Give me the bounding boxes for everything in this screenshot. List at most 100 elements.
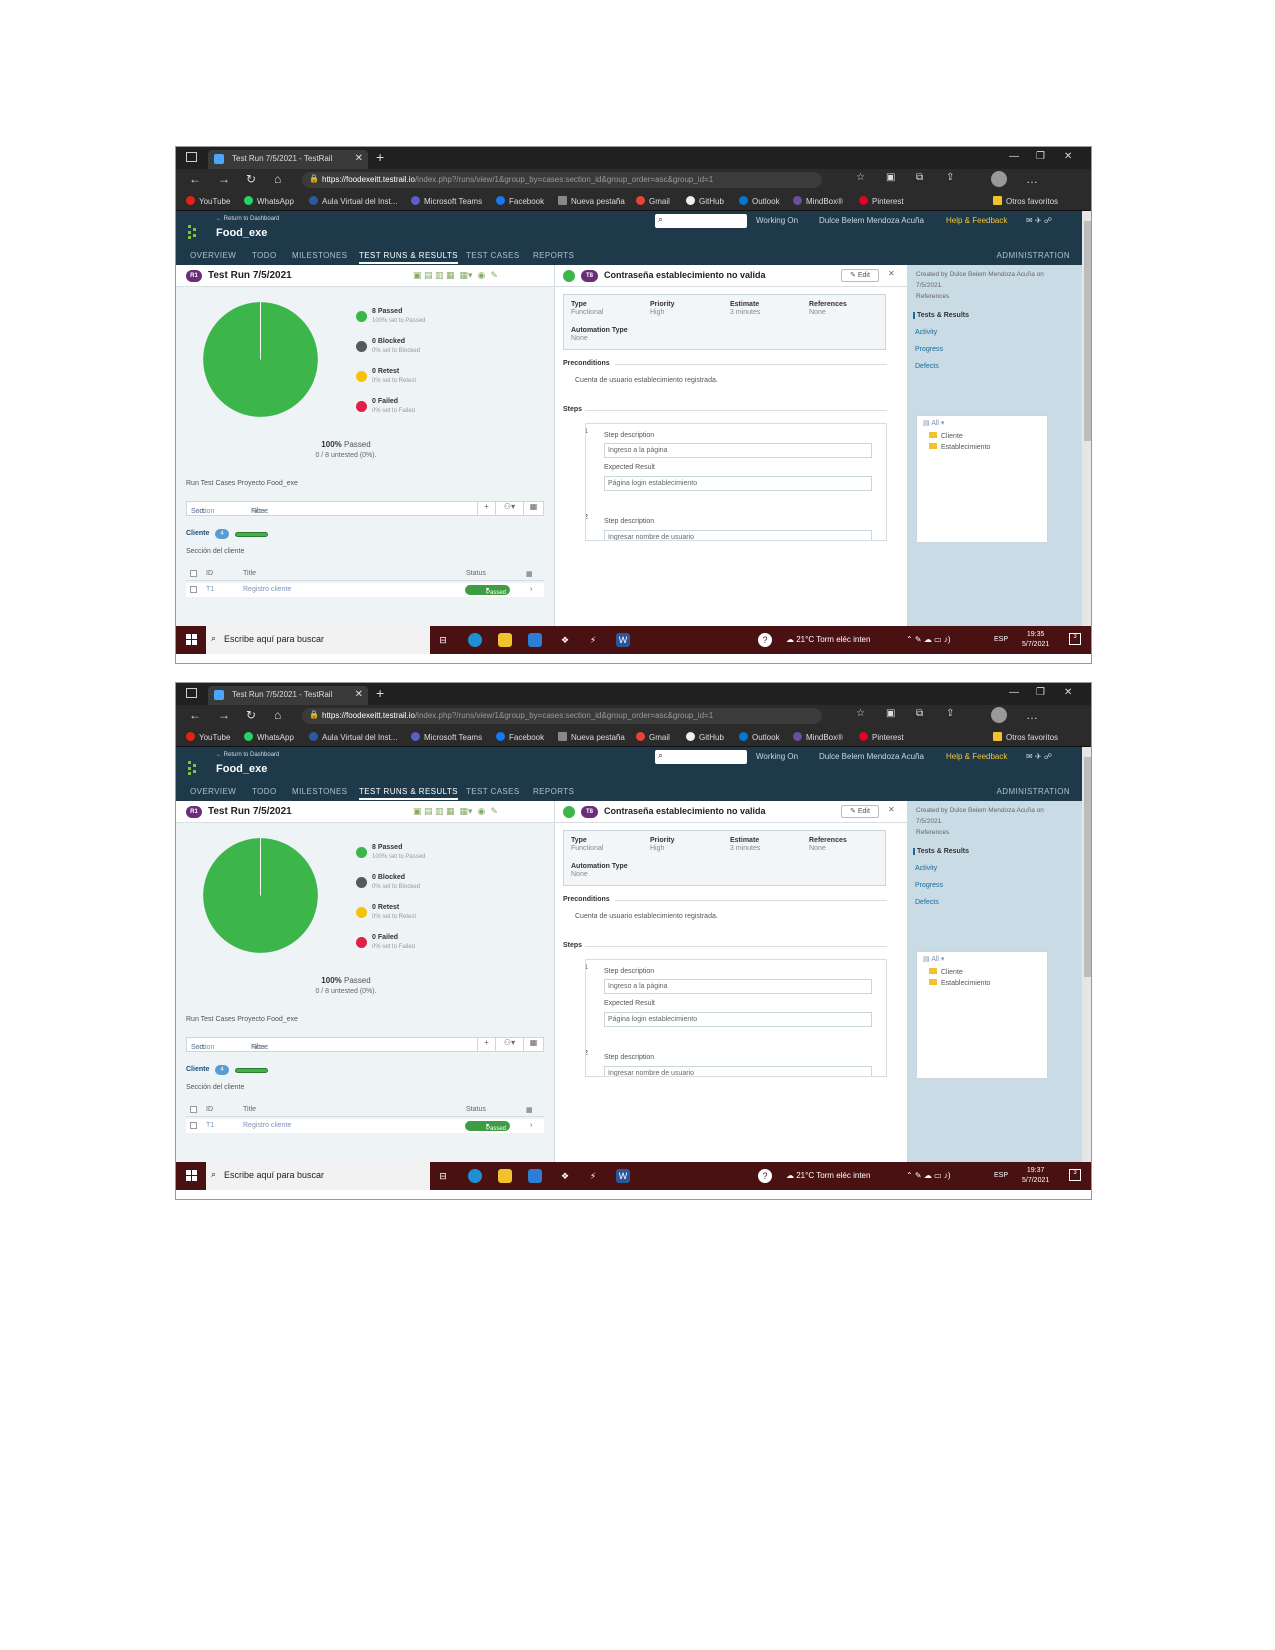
sidebar-progress[interactable]: Progress [913, 346, 943, 353]
more-menu-icon[interactable]: … [1026, 708, 1038, 722]
search-input[interactable]: ⌕ [655, 214, 747, 228]
bookmark-outlook[interactable]: Outlook [739, 732, 780, 742]
tree-all-dropdown[interactable]: ▤ All ▾ [923, 419, 944, 427]
app-lightning-icon[interactable]: ⚡ [586, 633, 600, 647]
row-id[interactable]: T1 [206, 586, 214, 593]
restore-icon[interactable]: ❐ [1036, 687, 1045, 698]
lock-icon[interactable]: 🔒 [309, 174, 319, 183]
return-dashboard-link[interactable]: ← Return to Dashboard [216, 752, 279, 758]
nav-test-cases[interactable]: TEST CASES [466, 251, 520, 260]
nav-administration[interactable]: ADMINISTRATION [997, 251, 1070, 260]
windows-start-icon[interactable] [186, 1170, 198, 1182]
notification-icons[interactable]: ✉ ✈ ☍ [1026, 752, 1052, 761]
tab-actions-icon[interactable] [186, 688, 197, 698]
add-icon[interactable]: + [477, 502, 495, 515]
testrail-logo-icon[interactable] [188, 761, 198, 775]
chevron-right-icon[interactable]: › [530, 1122, 532, 1129]
bookmark-aula[interactable]: Aula Virtual del Inst... [309, 732, 397, 742]
tab-actions-icon[interactable] [186, 152, 197, 162]
column-title[interactable]: Title [243, 1106, 256, 1113]
bookmark-whatsapp[interactable]: WhatsApp [244, 196, 294, 206]
row-title[interactable]: Registro cliente [243, 586, 291, 593]
working-on-menu[interactable]: Working On [756, 216, 798, 225]
reload-icon[interactable]: ↻ [246, 172, 256, 186]
language-indicator[interactable]: ESP [994, 636, 1008, 643]
sidebar-defects[interactable]: Defects [913, 899, 939, 906]
table-row[interactable]: T1 Registro cliente Passed ▾ › [186, 583, 544, 597]
help-menu[interactable]: Help & Feedback [946, 752, 1007, 761]
step-description-field[interactable]: Ingreso a la página [604, 979, 872, 994]
columns-icon[interactable]: ▦ [523, 1038, 543, 1051]
columns-icon[interactable]: ▦ [523, 502, 543, 515]
url-field[interactable]: 🔒 https://foodexeitt.testrail.io/index.p… [302, 708, 822, 724]
nav-reports[interactable]: REPORTS [533, 787, 574, 796]
url-field[interactable]: 🔒 https://foodexeitt.testrail.io/index.p… [302, 172, 822, 188]
back-icon[interactable]: ← [189, 708, 201, 722]
edge-icon[interactable] [468, 633, 482, 647]
close-window-icon[interactable]: ✕ [1064, 151, 1072, 162]
browser-tab[interactable]: Test Run 7/5/2021 - TestRail ✕ [208, 686, 368, 705]
row-id[interactable]: T1 [206, 1122, 214, 1129]
help-icon[interactable]: ? [758, 1169, 772, 1183]
bookmark-gmail[interactable]: Gmail [636, 196, 670, 206]
status-dropdown[interactable]: Passed ▾ [465, 1121, 510, 1132]
clock[interactable]: 19:37 5/7/2021 [1022, 1166, 1049, 1186]
column-status[interactable]: Status [466, 570, 486, 577]
add-icon[interactable]: + [477, 1038, 495, 1051]
bookmark-pinterest[interactable]: Pinterest [859, 732, 904, 742]
nav-milestones[interactable]: MILESTONES [292, 787, 347, 796]
taskbar-search[interactable]: ⌕ Escribe aquí para buscar [206, 1162, 430, 1190]
help-menu[interactable]: Help & Feedback [946, 216, 1007, 225]
system-tray-icons[interactable]: ⌃ ✎ ☁ ▭ ♪) [906, 1171, 951, 1180]
edge-icon[interactable] [468, 1169, 482, 1183]
nav-todo[interactable]: TODO [252, 787, 277, 796]
bookmark-facebook[interactable]: Facebook [496, 732, 544, 742]
nav-overview[interactable]: OVERVIEW [190, 787, 236, 796]
bookmark-youtube[interactable]: YouTube [186, 196, 230, 206]
task-view-icon[interactable]: ⊟ [436, 1169, 450, 1183]
windows-start-icon[interactable] [186, 634, 198, 646]
bookmark-facebook[interactable]: Facebook [496, 196, 544, 206]
sidebar-progress[interactable]: Progress [913, 882, 943, 889]
clock[interactable]: 19:35 5/7/2021 [1022, 630, 1049, 650]
profile-avatar[interactable] [991, 171, 1007, 187]
close-icon[interactable]: ✕ [888, 805, 895, 814]
close-icon[interactable]: ✕ [888, 269, 895, 278]
sidebar-activity[interactable]: Activity [913, 329, 937, 336]
bookmark-outlook[interactable]: Outlook [739, 196, 780, 206]
weather-widget[interactable]: ☁ 21°C Torm eléc inten [786, 635, 870, 644]
run-toolbar-icons[interactable]: ▣ ▤ ▥ ▦ ▦▾ ◉ ✎ [413, 270, 498, 281]
minimize-icon[interactable]: — [1009, 687, 1019, 698]
nav-overview[interactable]: OVERVIEW [190, 251, 236, 260]
column-settings-icon[interactable]: ▦ [526, 570, 533, 578]
nav-milestones[interactable]: MILESTONES [292, 251, 347, 260]
word-icon[interactable]: W [616, 633, 630, 647]
extensions-icon[interactable]: ⧉ [916, 708, 923, 719]
app-lightning-icon[interactable]: ⚡ [586, 1169, 600, 1183]
task-view-icon[interactable]: ⊟ [436, 633, 450, 647]
bookmark-github[interactable]: GitHub [686, 732, 724, 742]
bookmark-aula[interactable]: Aula Virtual del Inst... [309, 196, 397, 206]
scroll-thumb[interactable] [1084, 757, 1091, 977]
row-checkbox[interactable] [190, 586, 197, 593]
notification-center-icon[interactable]: 3 [1069, 633, 1081, 645]
chevron-right-icon[interactable]: › [530, 586, 532, 593]
minimize-icon[interactable]: — [1009, 151, 1019, 162]
mail-icon[interactable] [528, 1169, 542, 1183]
column-id[interactable]: ID [206, 570, 213, 577]
browser-tab[interactable]: Test Run 7/5/2021 - TestRail ✕ [208, 150, 368, 169]
status-dropdown[interactable]: Passed ▾ [465, 585, 510, 596]
home-icon[interactable]: ⌂ [274, 708, 281, 722]
tree-all-dropdown[interactable]: ▤ All ▾ [923, 955, 944, 963]
bookmark-pinterest[interactable]: Pinterest [859, 196, 904, 206]
step-description-field[interactable]: Ingresar nombre de usuario [604, 530, 872, 540]
sidebar-tests-results[interactable]: Tests & Results [913, 312, 969, 319]
table-row[interactable]: T1 Registro cliente Passed ▾ › [186, 1119, 544, 1133]
sidebar-tests-results[interactable]: Tests & Results [913, 848, 969, 855]
bookmark-youtube[interactable]: YouTube [186, 732, 230, 742]
row-title[interactable]: Registro cliente [243, 1122, 291, 1129]
profile-avatar[interactable] [991, 707, 1007, 723]
file-explorer-icon[interactable] [498, 633, 512, 647]
step-description-field[interactable]: Ingresar nombre de usuario [604, 1066, 872, 1076]
bookmark-whatsapp[interactable]: WhatsApp [244, 732, 294, 742]
